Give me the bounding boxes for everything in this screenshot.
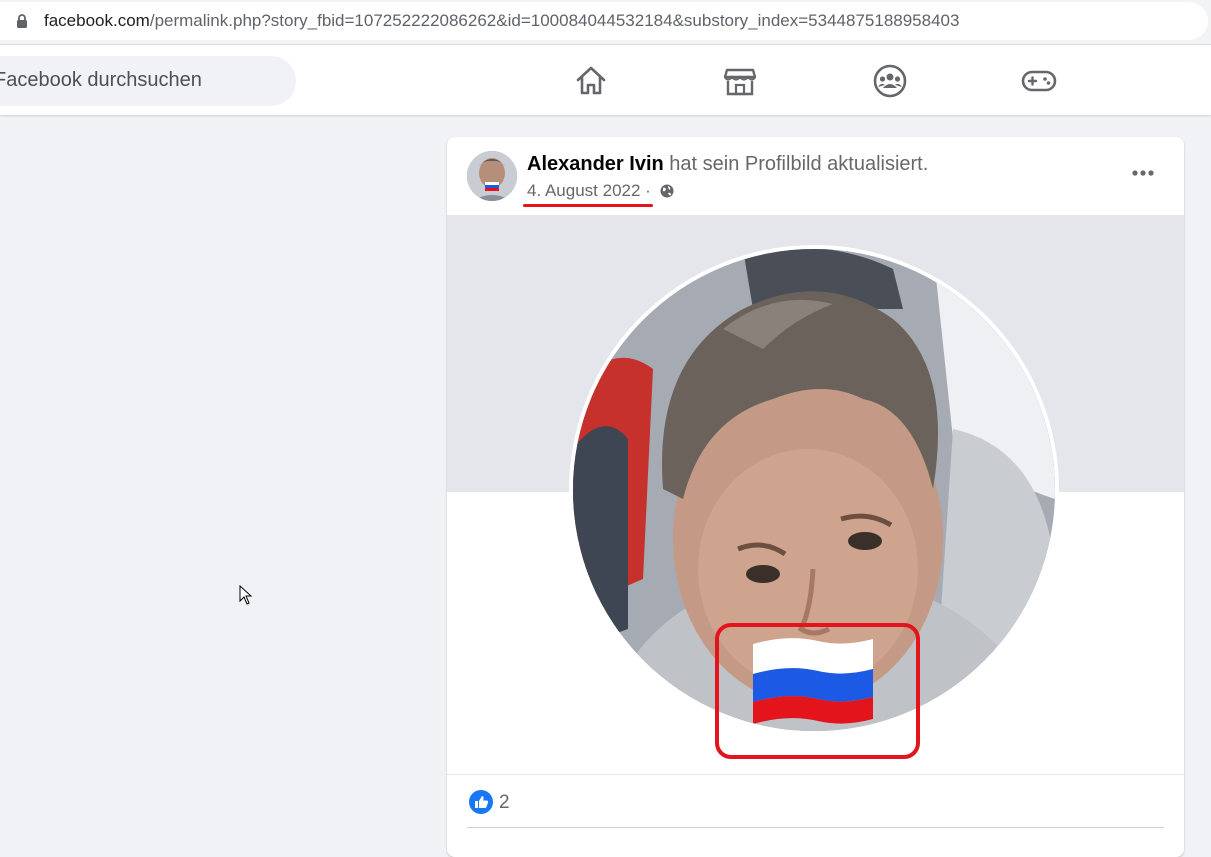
mouse-cursor-icon <box>239 585 253 605</box>
post-meta: 4. August 2022 · <box>527 181 674 201</box>
avatar[interactable] <box>467 151 517 201</box>
browser-url-bar: facebook.com/permalink.php?story_fbid=10… <box>0 0 1211 45</box>
groups-icon[interactable] <box>872 63 908 99</box>
marketplace-icon[interactable] <box>722 63 758 99</box>
reactions-divider <box>447 774 1184 775</box>
url-path: /permalink.php?story_fbid=10725222208626… <box>149 11 960 30</box>
address-field[interactable]: facebook.com/permalink.php?story_fbid=10… <box>0 2 1208 40</box>
url-text[interactable]: facebook.com/permalink.php?story_fbid=10… <box>44 11 959 31</box>
like-icon[interactable] <box>469 790 493 814</box>
lock-icon <box>17 14 27 28</box>
post-date[interactable]: 4. August 2022 <box>527 181 640 200</box>
post-action-text: hat sein Profilbild aktualisiert. <box>663 153 929 175</box>
search-placeholder: Facebook durchsuchen <box>0 69 202 91</box>
like-count[interactable]: 2 <box>499 792 510 814</box>
search-input[interactable]: Facebook durchsuchen <box>0 56 296 106</box>
home-icon[interactable] <box>573 63 609 99</box>
facebook-header: Facebook durchsuchen <box>0 45 1211 115</box>
actions-divider <box>467 827 1164 828</box>
author-name[interactable]: Alexander Ivin <box>527 153 664 175</box>
globe-icon[interactable] <box>660 184 674 198</box>
post-author-line: Alexander Ivin hat sein Profilbild aktua… <box>527 153 928 176</box>
flag-annotation-box <box>715 623 920 759</box>
post-card: Alexander Ivin hat sein Profilbild aktua… <box>447 137 1184 857</box>
date-annotation-underline <box>523 204 653 207</box>
more-options-icon[interactable] <box>1125 165 1161 181</box>
gaming-icon[interactable] <box>1021 63 1057 99</box>
meta-separator: · <box>640 181 656 200</box>
url-host: facebook.com <box>44 11 150 30</box>
